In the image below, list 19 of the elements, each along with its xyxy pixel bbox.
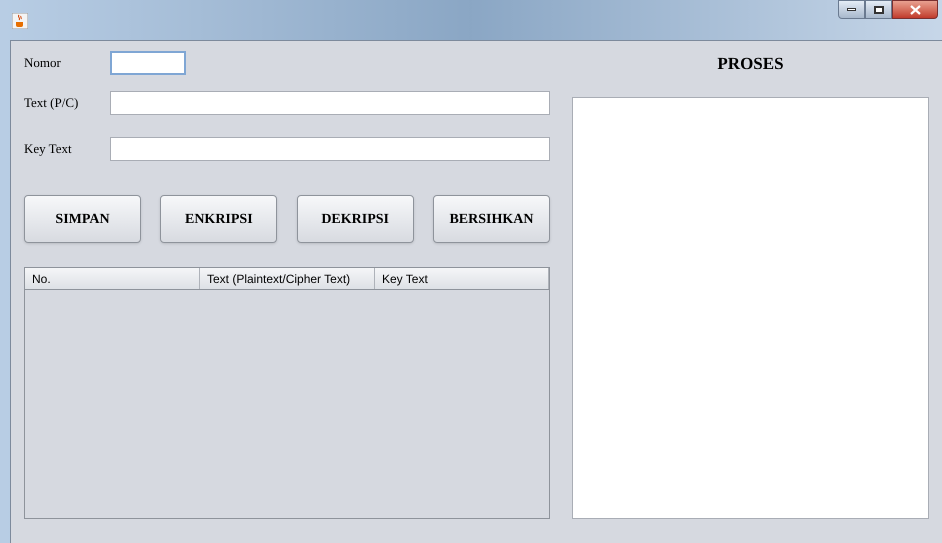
column-header[interactable]: Text (Plaintext/Cipher Text) (200, 268, 375, 289)
text-field[interactable] (110, 51, 186, 75)
field-label: Nomor (24, 54, 62, 72)
minimize-button[interactable] (838, 0, 865, 19)
action-button[interactable]: ENKRIPSI (160, 195, 278, 243)
close-button[interactable] (892, 0, 938, 19)
field-label: Text (P/C) (24, 94, 80, 112)
action-button[interactable]: DEKRIPSI (296, 195, 414, 243)
field-label: Key Text (24, 140, 73, 158)
maximize-button[interactable] (865, 0, 892, 19)
action-button[interactable]: SIMPAN (24, 195, 141, 243)
text-field[interactable] (110, 137, 550, 161)
java-cup-icon (12, 13, 28, 29)
column-header[interactable]: No. (25, 268, 200, 289)
proses-title: PROSES (717, 53, 784, 75)
column-header[interactable]: Key Text (375, 268, 549, 289)
close-icon (910, 4, 920, 14)
text-field[interactable] (110, 91, 550, 115)
action-button[interactable]: BERSIHKAN (432, 195, 550, 243)
